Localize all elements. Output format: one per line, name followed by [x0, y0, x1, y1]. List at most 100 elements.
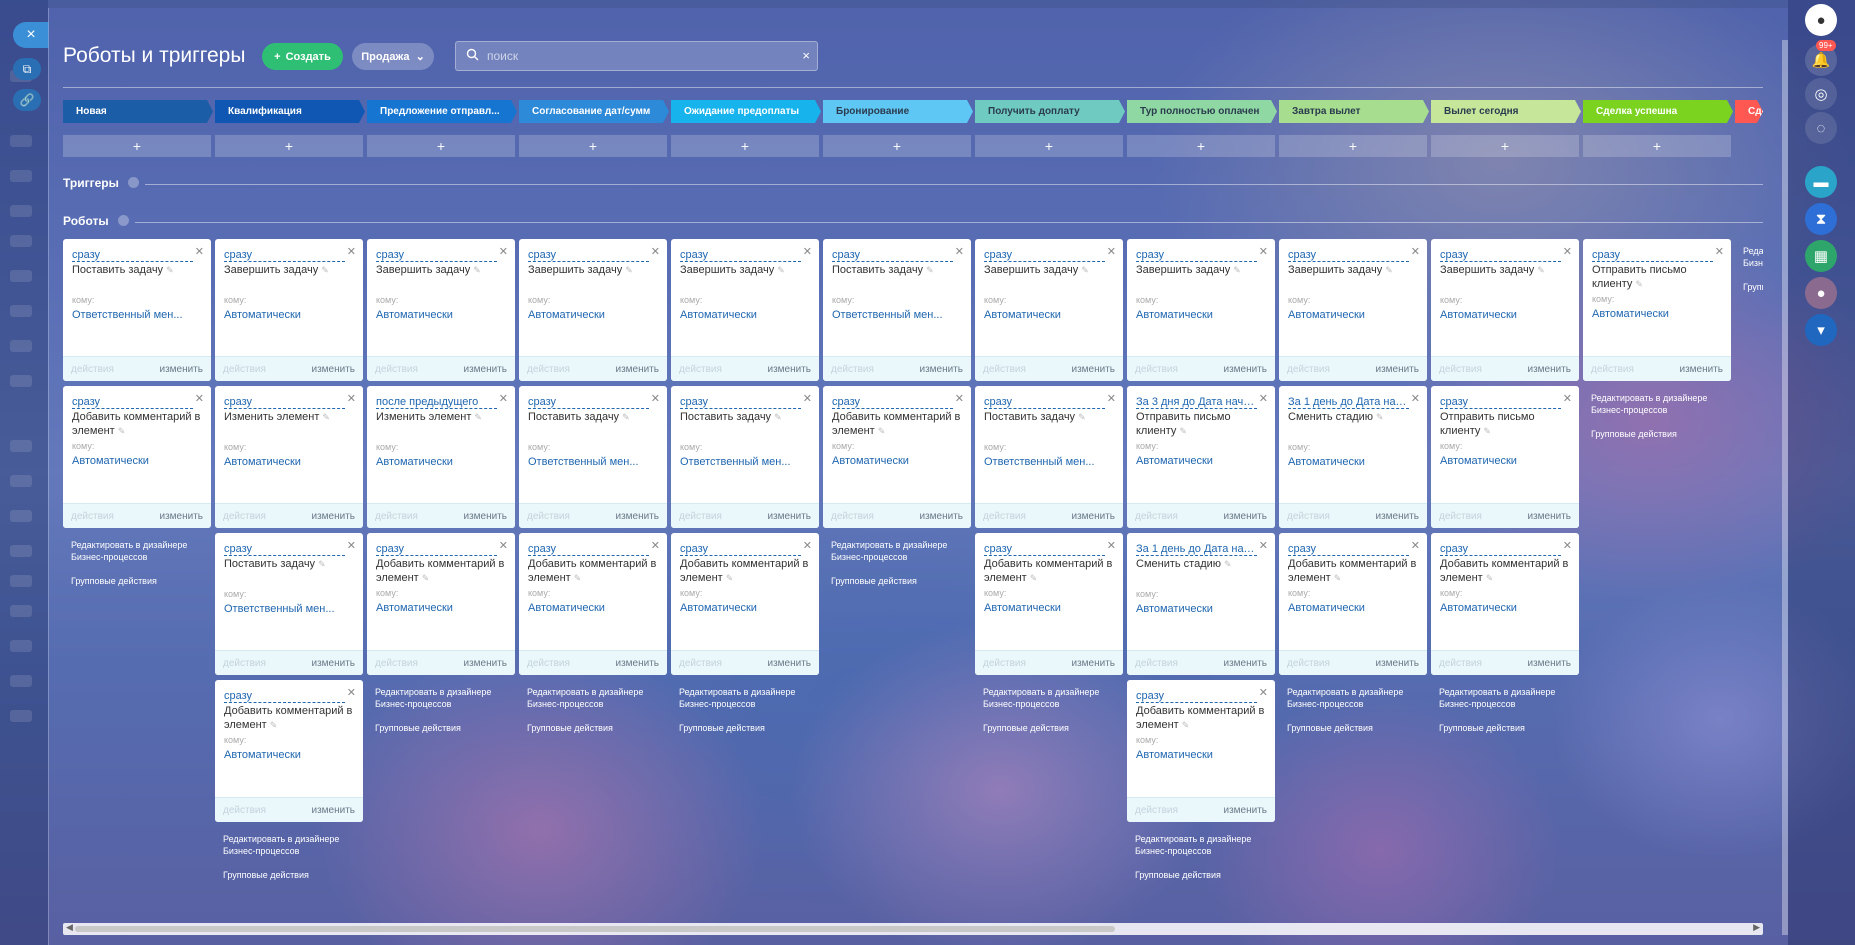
robot-responsible[interactable]: Автоматически	[224, 456, 354, 468]
pencil-icon[interactable]: ✎	[1486, 573, 1494, 583]
robot-responsible[interactable]: Автоматически	[1440, 455, 1570, 467]
edit-in-bp-designer-link[interactable]: Редактировать в дизайнере Бизнес-процесс…	[71, 539, 219, 563]
robot-edit-link[interactable]: изменить	[311, 511, 355, 522]
robot-card[interactable]: сразу ✕ Отправить письмо клиенту ✎ кому: Авто…	[1583, 239, 1731, 381]
delete-robot-icon[interactable]: ✕	[1411, 539, 1420, 552]
robot-edit-link[interactable]: изменить	[463, 511, 507, 522]
robot-condition-link[interactable]: сразу	[1592, 249, 1713, 262]
pencil-icon[interactable]: ✎	[625, 265, 633, 275]
add-trigger-button[interactable]: +	[519, 135, 667, 157]
pencil-icon[interactable]: ✎	[1233, 265, 1241, 275]
delete-robot-icon[interactable]: ✕	[1259, 686, 1268, 699]
pencil-icon[interactable]: ✎	[322, 412, 330, 422]
robot-card[interactable]: сразу ✕ Завершить задачу ✎ кому: Автоматическ…	[1279, 239, 1427, 381]
robot-card[interactable]: сразу ✕ Добавить комментарий в элемент ✎ ком…	[519, 533, 667, 675]
app-icon-2[interactable]: ⧗	[1805, 203, 1837, 235]
robot-edit-link[interactable]: изменить	[1375, 658, 1419, 669]
group-actions-link[interactable]: Групповые действия	[375, 722, 523, 734]
pencil-icon[interactable]: ✎	[1537, 265, 1545, 275]
edit-in-bp-designer-link[interactable]: Редактировать в дизайнере Бизнес-процесс…	[831, 539, 979, 563]
robot-responsible[interactable]: Автоматически	[1136, 455, 1266, 467]
robot-edit-link[interactable]: изменить	[1679, 364, 1723, 375]
pencil-icon[interactable]: ✎	[1078, 412, 1086, 422]
group-actions-link[interactable]: Групповые действия	[223, 869, 371, 881]
delete-robot-icon[interactable]: ✕	[955, 245, 964, 258]
robot-edit-link[interactable]: изменить	[463, 658, 507, 669]
robot-edit-link[interactable]: изменить	[1071, 658, 1115, 669]
edit-in-bp-designer-link[interactable]: Редактировать в дизайнере Бизнес-процесс…	[1287, 686, 1435, 710]
robot-responsible[interactable]: Ответственный мен...	[224, 603, 354, 615]
close-panel-button[interactable]: ×	[13, 22, 49, 48]
app-icon-3[interactable]: ▦	[1805, 240, 1837, 272]
robot-condition-link[interactable]: сразу	[1288, 249, 1409, 262]
stage-8[interactable]: Завтра вылет	[1279, 100, 1429, 123]
robot-responsible[interactable]: Автоматически	[1288, 602, 1418, 614]
delete-robot-icon[interactable]: ✕	[803, 245, 812, 258]
robot-card[interactable]: сразу ✕ Добавить комментарий в элемент ✎ ком…	[367, 533, 515, 675]
add-trigger-button[interactable]: +	[975, 135, 1123, 157]
robot-responsible[interactable]: Автоматически	[376, 602, 506, 614]
delete-robot-icon[interactable]: ✕	[347, 245, 356, 258]
clear-search-icon[interactable]: ×	[802, 48, 810, 63]
robot-condition-link[interactable]: сразу	[376, 249, 497, 262]
delete-robot-icon[interactable]: ✕	[803, 539, 812, 552]
robot-edit-link[interactable]: изменить	[919, 364, 963, 375]
robot-condition-link[interactable]: За 1 день до Дата нач...	[1136, 543, 1257, 556]
robot-responsible[interactable]: Автоматически	[680, 602, 810, 614]
edit-in-bp-designer-link[interactable]: Редактировать в дизайнере Бизнес-процесс…	[1439, 686, 1587, 710]
open-new-window-icon[interactable]: ⧉	[13, 58, 41, 80]
pencil-icon[interactable]: ✎	[1635, 279, 1643, 289]
robot-card[interactable]: сразу ✕ Добавить комментарий в элемент ✎ ком…	[671, 533, 819, 675]
robot-responsible[interactable]: Ответственный мен...	[832, 309, 962, 321]
delete-robot-icon[interactable]: ✕	[347, 539, 356, 552]
group-actions-link[interactable]: Групповые действия	[679, 722, 827, 734]
add-trigger-button[interactable]: +	[367, 135, 515, 157]
robot-condition-link[interactable]: сразу	[224, 543, 345, 556]
robot-responsible[interactable]: Ответственный мен...	[528, 456, 658, 468]
robot-condition-link[interactable]: сразу	[72, 249, 193, 262]
copy-link-icon[interactable]: 🔗	[13, 89, 41, 111]
robot-responsible[interactable]: Ответственный мен...	[680, 456, 810, 468]
stage-6[interactable]: Получить доплату	[975, 100, 1125, 123]
scroll-right-icon[interactable]: ▶	[1753, 922, 1760, 933]
group-actions-link[interactable]: Групповые действия	[831, 575, 979, 587]
edit-in-bp-designer-link[interactable]: Редактировать в дизайнере Бизнес-процесс…	[1591, 392, 1739, 416]
bookmark-icon[interactable]: ▾	[1805, 314, 1837, 346]
pencil-icon[interactable]: ✎	[1179, 426, 1187, 436]
pencil-icon[interactable]: ✎	[878, 426, 886, 436]
stage-5[interactable]: Бронирование	[823, 100, 973, 123]
robot-card[interactable]: За 1 день до Дата нач... ✕ Сменить стадию ✎…	[1279, 386, 1427, 528]
robot-responsible[interactable]: Автоматически	[1440, 602, 1570, 614]
robot-responsible[interactable]: Автоматически	[1136, 603, 1266, 615]
stage-7[interactable]: Тур полностью оплачен	[1127, 100, 1277, 123]
robot-edit-link[interactable]: изменить	[1527, 364, 1571, 375]
robot-card[interactable]: За 1 день до Дата нач... ✕ Сменить стадию ✎…	[1127, 533, 1275, 675]
edit-in-bp-designer-link[interactable]: Редактировать в дизайнере Бизнес-процесс…	[223, 833, 371, 857]
robot-responsible[interactable]: Автоматически	[832, 455, 962, 467]
delete-robot-icon[interactable]: ✕	[499, 539, 508, 552]
robot-responsible[interactable]: Ответственный мен...	[72, 309, 202, 321]
robot-edit-link[interactable]: изменить	[1223, 658, 1267, 669]
robot-card[interactable]: сразу ✕ Добавить комментарий в элемент ✎ ком…	[1279, 533, 1427, 675]
robot-card[interactable]: сразу ✕ Добавить комментарий в элемент ✎ ком…	[823, 386, 971, 528]
robot-responsible[interactable]: Автоматически	[528, 309, 658, 321]
robot-card[interactable]: сразу ✕ Завершить задачу ✎ кому: Автоматическ…	[1127, 239, 1275, 381]
robot-card[interactable]: сразу ✕ Поставить задачу ✎ кому: Ответственны…	[519, 386, 667, 528]
robot-card[interactable]: За 3 дня до Дата нача... ✕ Отправить письм…	[1127, 386, 1275, 528]
robot-edit-link[interactable]: изменить	[615, 364, 659, 375]
pipeline-select[interactable]: Продажа ⌄	[352, 43, 434, 70]
delete-robot-icon[interactable]: ✕	[1563, 245, 1572, 258]
delete-robot-icon[interactable]: ✕	[1107, 392, 1116, 405]
robot-card[interactable]: сразу ✕ Добавить комментарий в элемент ✎ ком…	[1127, 680, 1275, 822]
robot-edit-link[interactable]: изменить	[767, 364, 811, 375]
stage-2[interactable]: Предложение отправл...	[367, 100, 517, 123]
robot-condition-link[interactable]: сразу	[1440, 543, 1561, 556]
stage-3[interactable]: Согласование дат/сумм	[519, 100, 669, 123]
robot-condition-link[interactable]: сразу	[528, 249, 649, 262]
pencil-icon[interactable]: ✎	[318, 559, 326, 569]
robot-card[interactable]: сразу ✕ Завершить задачу ✎ кому: Автоматическ…	[519, 239, 667, 381]
pencil-icon[interactable]: ✎	[422, 573, 430, 583]
app-icon-1[interactable]: ▬	[1805, 166, 1837, 198]
robot-condition-link[interactable]: сразу	[224, 396, 345, 409]
scroll-left-icon[interactable]: ◀	[66, 922, 73, 933]
